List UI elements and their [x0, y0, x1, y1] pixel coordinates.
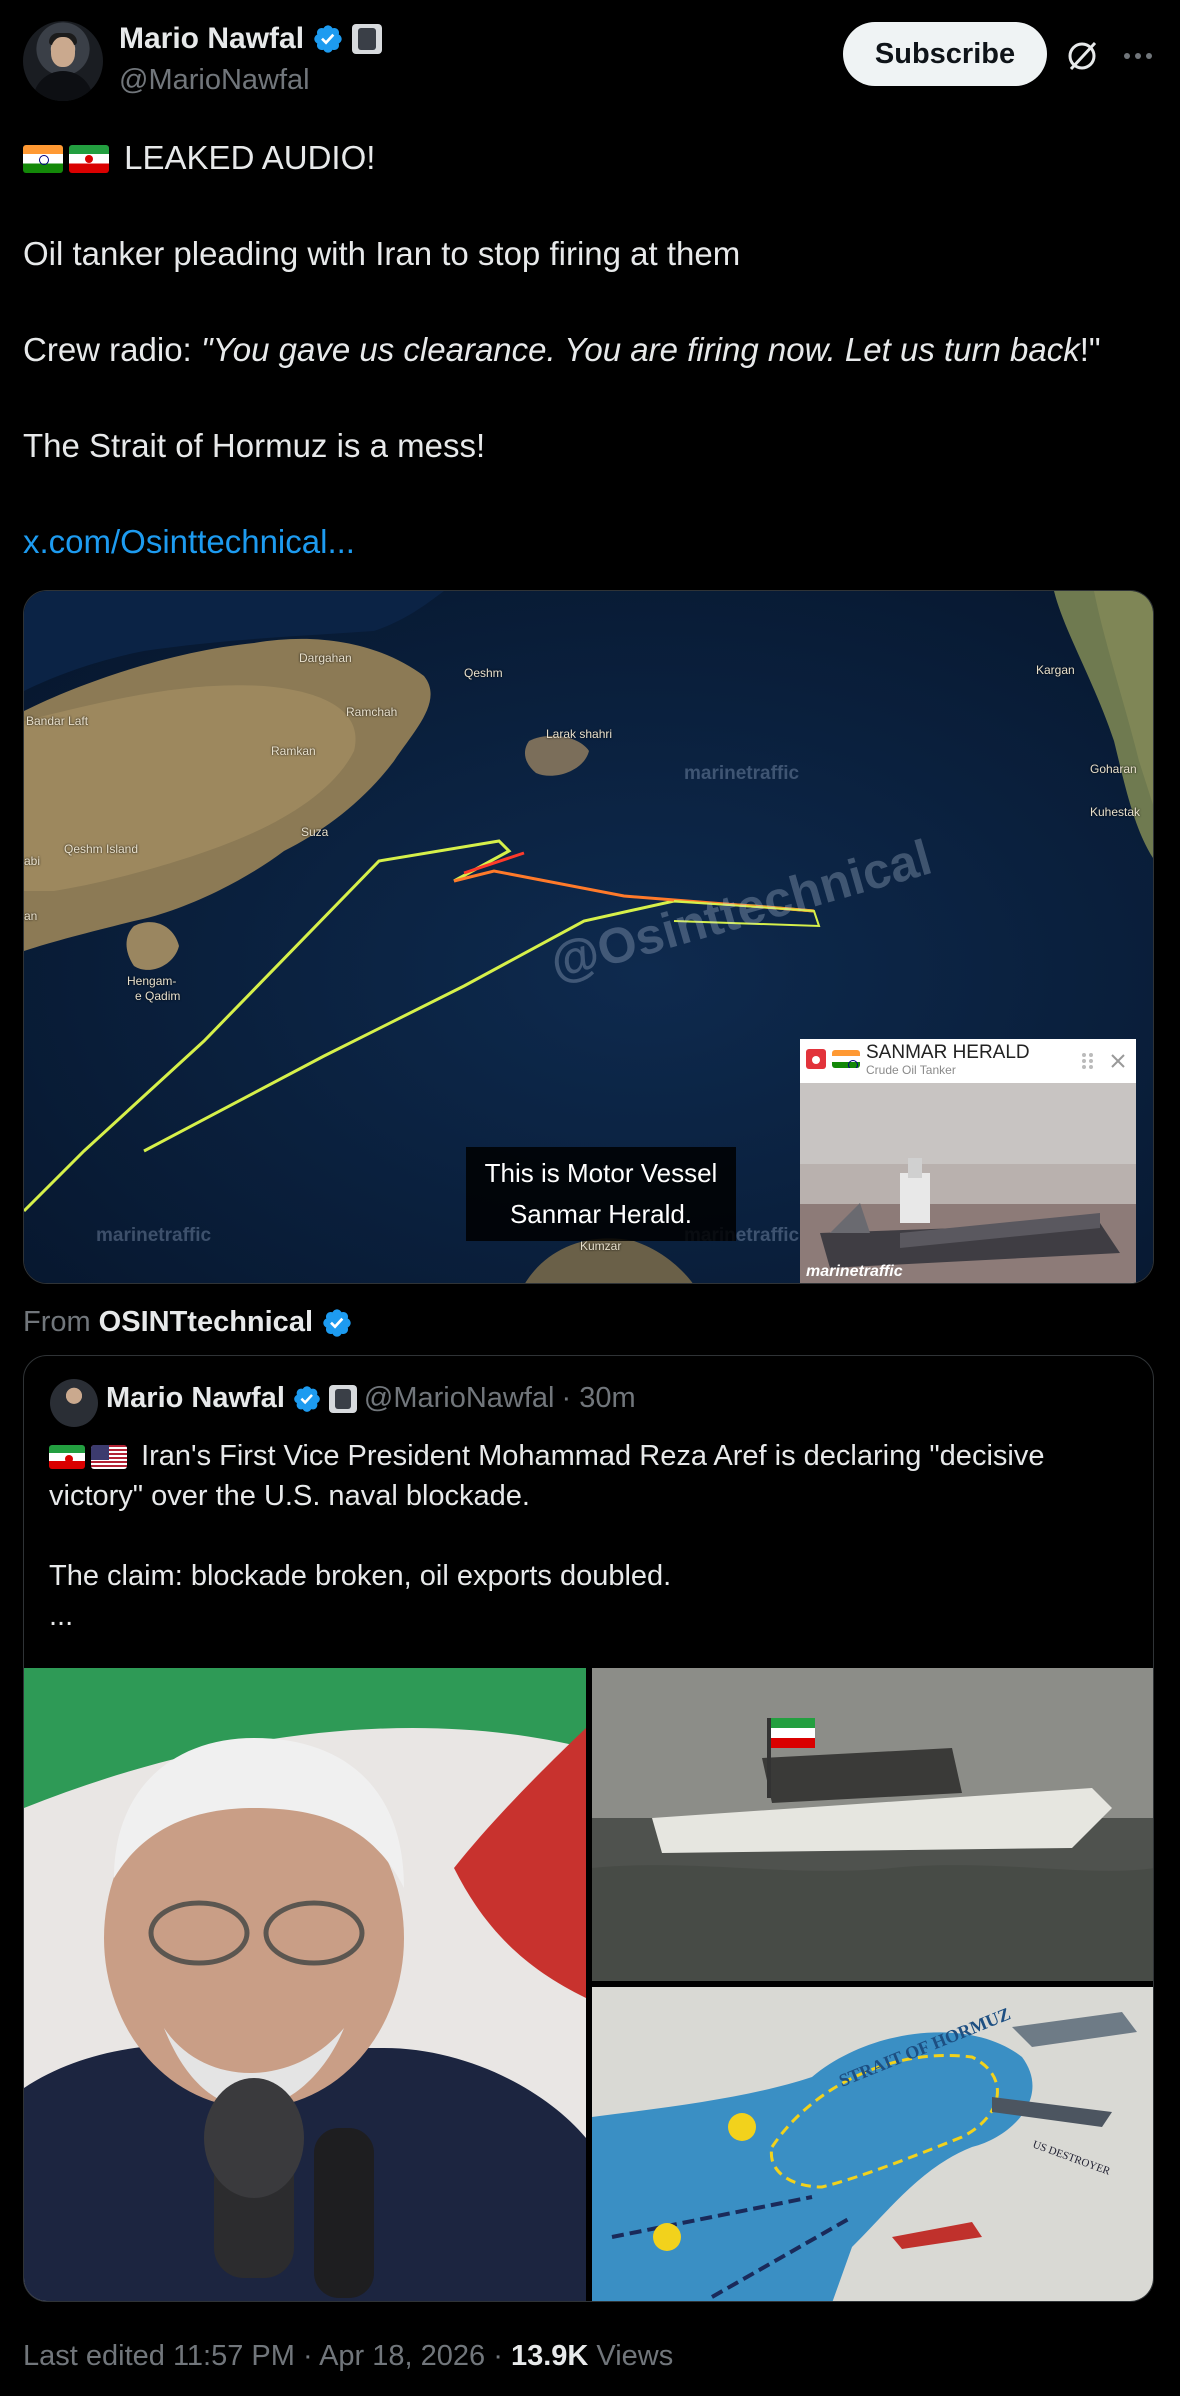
tweet-line-1: LEAKED AUDIO! [23, 138, 1158, 178]
tanker-icon [806, 1049, 826, 1069]
map-place-label: Ramkan [271, 744, 316, 758]
map-place-label: Kumzar [580, 1239, 622, 1253]
more-options-icon[interactable] [1118, 36, 1158, 76]
marinetraffic-watermark: marinetraffic [96, 1225, 212, 1246]
author-display-name[interactable]: Mario Nawfal [119, 22, 304, 56]
verified-badge-icon [314, 25, 342, 53]
tweet-text: LEAKED AUDIO! Oil tanker pleading with I… [23, 138, 1158, 562]
map-place-label: Qeshm [464, 666, 503, 680]
drag-handle-icon[interactable] [1078, 1051, 1098, 1071]
quoted-photo-boat[interactable] [592, 1668, 1153, 1981]
views-count: 13.9K [510, 2340, 589, 2372]
grok-icon[interactable] [1062, 36, 1102, 76]
vessel-info-card: SANMAR HERALD Crude Oil Tanker marinetra… [800, 1039, 1136, 1283]
map-place-label: Kuhestak [1090, 805, 1141, 819]
tweet-headline: LEAKED AUDIO! [124, 139, 376, 176]
tweet-line-4: The Strait of Hormuz is a mess! [23, 427, 486, 464]
tweet-line-2: Oil tanker pleading with Iran to stop fi… [23, 235, 741, 272]
quoted-photo-hormuz-map[interactable]: STRAIT OF HORMUZ US DESTROYER [592, 1987, 1153, 2301]
author-avatar[interactable] [23, 21, 103, 101]
iran-flag-icon [69, 145, 109, 173]
tweet-link[interactable]: x.com/Osinttechnical... [23, 523, 355, 560]
marinetraffic-watermark: marinetraffic [684, 763, 800, 784]
map-place-label: Ramchah [346, 705, 398, 719]
map-place-label: Hengam- [127, 974, 177, 988]
quoted-photo-portrait[interactable] [24, 1668, 586, 2301]
video-caption: This is Motor Vessel Sanmar Herald. [466, 1147, 736, 1241]
map-place-label: Suza [301, 825, 329, 839]
map-place-label: abi [24, 854, 41, 868]
map-place-label: e Qadim [135, 989, 181, 1003]
map-place-label: Bandar Laft [26, 714, 89, 728]
map-place-label: Qeshm Island [64, 842, 139, 856]
vessel-photo-watermark: marinetraffic [806, 1263, 903, 1280]
author-handle[interactable]: @MarioNawfal [119, 64, 310, 97]
quoted-timestamp[interactable]: · 30m [561, 1382, 635, 1415]
map-place-label: Kargan [1036, 663, 1075, 677]
quoted-text: Iran's First Vice President Mohammad Rez… [49, 1440, 1045, 1632]
quoted-tweet[interactable]: Mario Nawfal @MarioNawfal · 30m Iran's F… [23, 1355, 1154, 2302]
map-place-label: Dargahan [299, 651, 352, 665]
avatar-face [51, 37, 75, 67]
india-flag-icon [23, 145, 63, 173]
iran-flag-icon [49, 1445, 85, 1469]
avatar-suit [33, 71, 93, 101]
vessel-name: SANMAR HERALD [866, 1042, 1030, 1063]
vessel-photo [800, 1083, 1136, 1283]
verified-badge-icon [294, 1385, 320, 1412]
verified-badge-icon [323, 1308, 351, 1337]
quoted-display-name[interactable]: Mario Nawfal [106, 1382, 285, 1415]
views-label: Views [588, 2340, 674, 2372]
map-place-label: an [24, 909, 38, 923]
affiliation-badge-icon [328, 1384, 357, 1413]
quoted-handle: @MarioNawfal [363, 1382, 555, 1414]
affiliation-badge-icon[interactable] [352, 24, 383, 54]
map-place-label: Larak shahri [546, 727, 613, 741]
vessel-card-header: SANMAR HERALD Crude Oil Tanker [800, 1039, 1136, 1083]
source-account[interactable]: OSINTtechnical [99, 1306, 313, 1339]
quoted-header: Mario Nawfal @MarioNawfal · 30m [106, 1382, 636, 1415]
edited-timestamp[interactable]: Last edited 11:57 PM · Apr 18, 2026 · [23, 2340, 511, 2372]
tweet-metadata: Last edited 11:57 PM · Apr 18, 2026 · 13… [23, 2340, 673, 2373]
crew-radio-quote: "You gave us clearance. You are firing n… [200, 331, 1080, 368]
vessel-type: Crude Oil Tanker [866, 1063, 956, 1077]
map-place-label: Goharan [1090, 762, 1137, 776]
us-flag-icon [91, 1445, 127, 1469]
subscribe-button[interactable]: Subscribe [843, 22, 1047, 86]
india-flag-icon [832, 1050, 860, 1068]
quoted-author-avatar[interactable] [50, 1379, 98, 1427]
author-name-row: Mario Nawfal [119, 22, 383, 56]
close-icon[interactable] [1108, 1051, 1128, 1071]
tweet-line-3: Crew radio: "You gave us clearance. You … [23, 331, 1101, 368]
source-attribution: From OSINTtechnical [23, 1306, 353, 1339]
video-media[interactable]: Dargahan Qeshm Ramchah Ramkan Bandar Laf… [23, 590, 1154, 1284]
